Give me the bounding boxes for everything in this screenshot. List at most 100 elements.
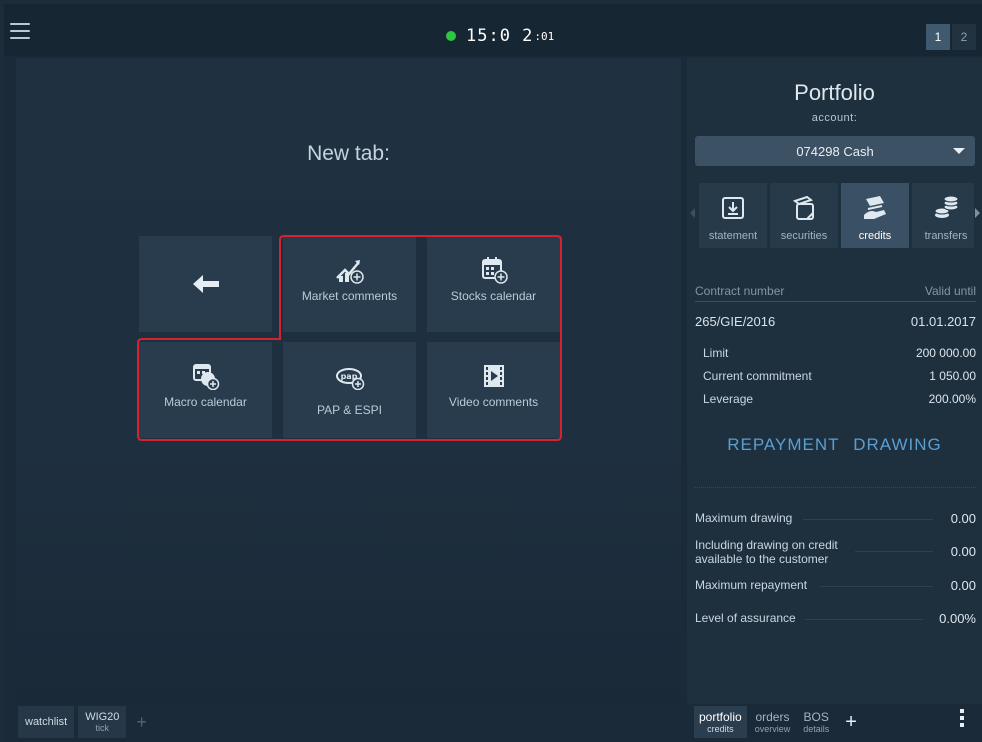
statement-icon [722, 197, 744, 219]
leader-line [803, 519, 933, 520]
func-label: credits [858, 230, 892, 242]
stocks-calendar-tile[interactable]: Stocks calendar [427, 236, 560, 332]
tile-label: Market comments [301, 289, 398, 303]
detail-label: Leverage [703, 392, 754, 406]
portfolio-panel: Portfolio account: 074298 Cash statement [687, 58, 982, 704]
tab-label: BOS [803, 710, 829, 724]
summary-label: Level of assurance [695, 611, 796, 625]
column-header: Contract number [695, 284, 785, 298]
top-bar: 15:0 2 :01 1 2 [4, 4, 982, 56]
hamburger-menu-icon[interactable] [10, 23, 30, 39]
detail-row: Current commitment 1 050.00 [703, 369, 976, 383]
market-comments-tile[interactable]: Market comments [283, 236, 416, 332]
detail-value: 200 000.00 [915, 346, 976, 360]
page-tab-1[interactable]: 1 [926, 24, 950, 50]
bottom-left-tabs: watchlist WIG20 tick + [18, 704, 153, 740]
column-header: Valid until [924, 284, 976, 298]
summary-label: Including drawing on credit available to… [695, 538, 838, 566]
clock-time: 15:0 2 [466, 26, 534, 46]
summary-value: 0.00 [950, 544, 976, 559]
detail-label: Limit [703, 346, 729, 360]
new-tab-area: New tab: Market comments Stocks calendar… [16, 58, 681, 704]
clock-seconds: :01 [534, 29, 555, 43]
leader-line [820, 586, 933, 587]
function-carousel: statement securities credits transfers [699, 183, 974, 248]
add-tab-button[interactable]: + [130, 712, 153, 733]
tab-sublabel: details [803, 724, 830, 734]
summary-row: Maximum drawing 0.00 [695, 511, 976, 526]
video-icon [483, 365, 504, 387]
repayment-button[interactable]: REPAYMENT [727, 435, 839, 454]
tile-label: Stocks calendar [450, 289, 537, 303]
app-window: 15:0 2 :01 1 2 New tab: Market comments [4, 4, 982, 742]
connection-status-icon [446, 31, 456, 41]
tab-sublabel: tick [95, 723, 110, 733]
more-options-icon[interactable] [960, 709, 964, 727]
credits-icon [864, 196, 886, 219]
contract-number: 265/GIE/2016 [695, 314, 776, 329]
credit-actions: REPAYMENT DRAWING [687, 435, 982, 455]
summary-value: 0.00% [939, 611, 976, 626]
account-label: account: [811, 112, 858, 124]
panel-title: Portfolio [794, 80, 875, 105]
summary-row: Level of assurance 0.00% [695, 611, 976, 626]
func-label: transfers [924, 230, 968, 242]
contract-valid-until: 01.01.2017 [910, 314, 976, 329]
func-label: securities [780, 230, 828, 242]
tab-sublabel: overview [754, 724, 791, 734]
tab-watchlist[interactable]: watchlist [18, 706, 75, 738]
detail-value: 1 050.00 [929, 369, 976, 383]
account-dropdown[interactable]: 074298 Cash [695, 136, 975, 166]
contract-table-header: Contract number Valid until [695, 284, 976, 302]
tab-bos-details[interactable]: BOS details [798, 706, 834, 738]
stocks-calendar-icon [481, 257, 508, 284]
pap-icon: pap [335, 368, 364, 390]
securities-icon [792, 195, 814, 220]
tab-label: portfolio [699, 710, 742, 724]
contract-row[interactable]: 265/GIE/2016 01.01.2017 [695, 314, 976, 329]
video-comments-tile[interactable]: Video comments [427, 342, 560, 438]
tile-label: Macro calendar [164, 395, 247, 409]
func-statement[interactable]: statement [699, 183, 767, 248]
divider [695, 487, 976, 488]
macro-calendar-tile[interactable]: Macro calendar [139, 342, 272, 438]
transfers-icon [934, 195, 959, 218]
back-arrow-icon [192, 275, 219, 293]
account-value: 074298 Cash [796, 144, 874, 159]
tab-wig20-tick[interactable]: WIG20 tick [78, 706, 127, 738]
func-credits[interactable]: credits [841, 183, 909, 248]
pap-espi-tile[interactable]: pap PAP & ESPI [283, 342, 416, 438]
macro-calendar-icon [192, 364, 219, 390]
summary-value: 0.00 [950, 578, 976, 593]
tile-label: Video comments [448, 395, 539, 409]
detail-label: Current commitment [703, 369, 812, 383]
tab-label: orders [755, 710, 790, 724]
chevron-down-icon [953, 148, 965, 154]
leader-line [805, 619, 923, 620]
detail-row: Leverage 200.00% [703, 392, 976, 406]
summary-value: 0.00 [950, 511, 976, 526]
summary-row: Including drawing on credit available to… [695, 538, 976, 566]
tab-sublabel: credits [707, 724, 734, 734]
func-label: statement [708, 230, 758, 242]
back-tile[interactable] [139, 236, 272, 332]
func-securities[interactable]: securities [770, 183, 838, 248]
tile-label: PAP & ESPI [317, 403, 382, 417]
tab-portfolio-credits[interactable]: portfolio credits [694, 706, 747, 738]
drawing-button[interactable]: DRAWING [853, 435, 942, 454]
scroll-right-icon[interactable] [975, 208, 980, 218]
func-transfers[interactable]: transfers [912, 183, 974, 248]
scroll-left-icon [690, 208, 695, 218]
tab-orders-overview[interactable]: orders overview [750, 706, 796, 738]
summary-row: Maximum repayment 0.00 [695, 578, 976, 593]
leader-line [855, 551, 933, 552]
tab-label: WIG20 [85, 711, 120, 723]
detail-row: Limit 200 000.00 [703, 346, 976, 360]
clock: 15:0 2 :01 [446, 26, 554, 46]
new-tab-title: New tab: [307, 142, 390, 165]
page-tab-2[interactable]: 2 [952, 24, 976, 50]
add-tab-button[interactable]: + [845, 711, 857, 734]
summary-label: Maximum repayment [695, 578, 808, 592]
market-comments-icon [335, 260, 364, 284]
page-switcher: 1 2 [926, 24, 976, 50]
